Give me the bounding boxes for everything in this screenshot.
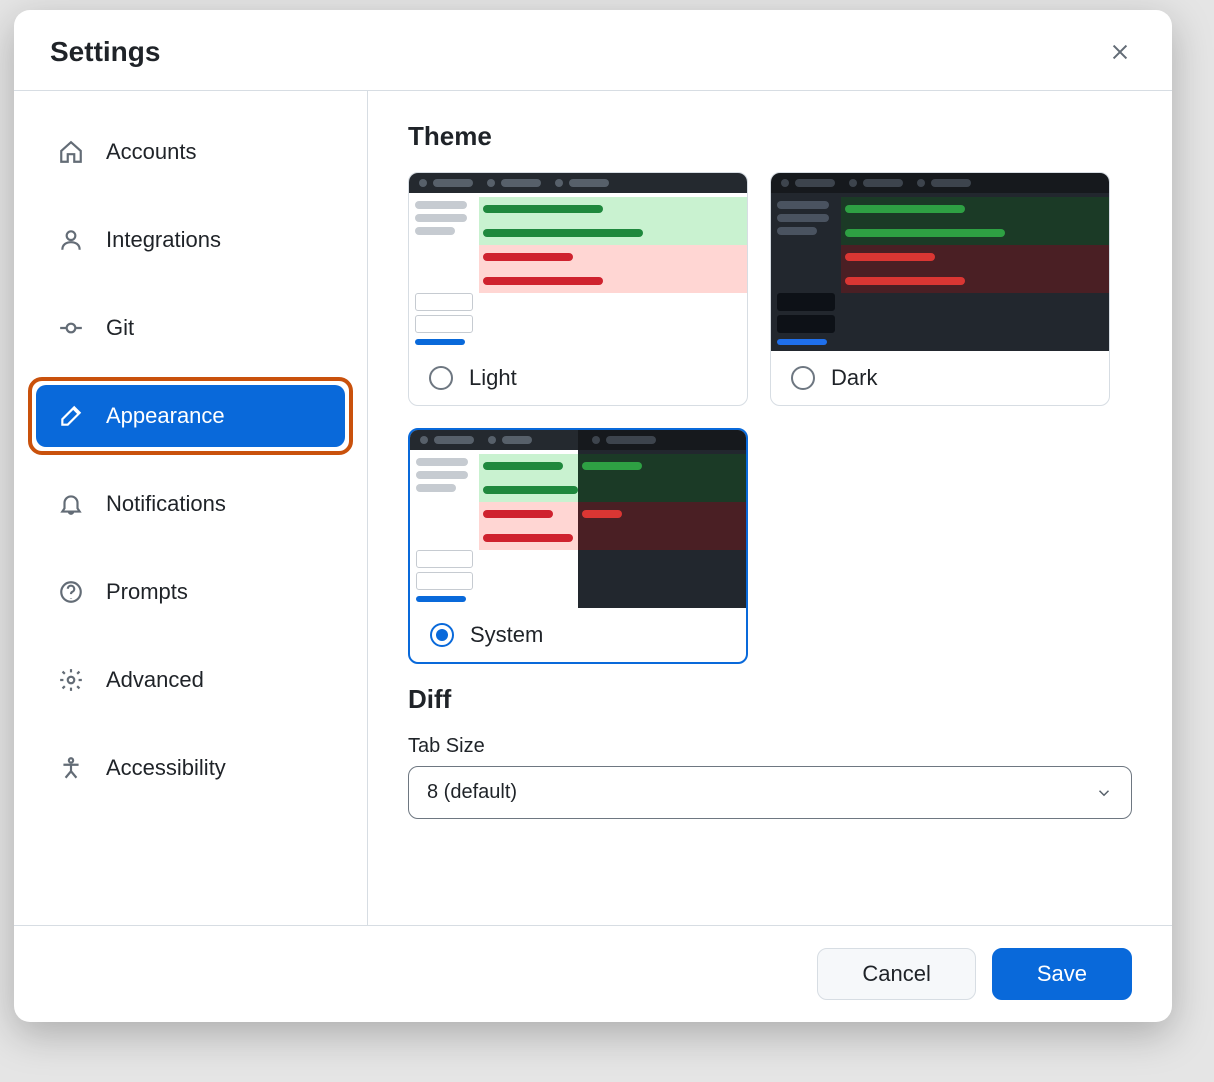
sidebar-item-git[interactable]: Git <box>36 297 345 359</box>
sidebar-item-label: Notifications <box>106 491 226 517</box>
close-icon <box>1109 41 1131 63</box>
close-button[interactable] <box>1104 36 1136 68</box>
modal-body: Accounts Integrations Git Appearanc <box>14 91 1172 925</box>
radio-icon <box>429 366 453 390</box>
theme-option-light[interactable]: Light <box>408 172 748 406</box>
git-commit-icon <box>58 315 84 341</box>
modal-footer: Cancel Save <box>14 925 1172 1022</box>
cancel-button[interactable]: Cancel <box>817 948 975 1000</box>
bell-icon <box>58 491 84 517</box>
settings-modal: Settings Accounts Integrations <box>14 10 1172 1022</box>
sidebar-item-label: Integrations <box>106 227 221 253</box>
gear-icon <box>58 667 84 693</box>
person-icon <box>58 227 84 253</box>
theme-heading: Theme <box>408 121 1132 152</box>
question-icon <box>58 579 84 605</box>
modal-title: Settings <box>50 36 160 68</box>
sidebar-item-accessibility[interactable]: Accessibility <box>36 737 345 799</box>
theme-option-label: Dark <box>831 365 877 391</box>
save-button[interactable]: Save <box>992 948 1132 1000</box>
sidebar-item-integrations[interactable]: Integrations <box>36 209 345 271</box>
sidebar-item-notifications[interactable]: Notifications <box>36 473 345 535</box>
tab-size-value: 8 (default) <box>427 781 517 804</box>
sidebar-item-appearance[interactable]: Appearance <box>36 385 345 447</box>
sidebar-item-label: Appearance <box>106 403 225 429</box>
sidebar-item-label: Accessibility <box>106 755 226 781</box>
sidebar-item-label: Prompts <box>106 579 188 605</box>
settings-content: Theme <box>368 91 1172 925</box>
theme-option-system[interactable]: System <box>408 428 748 664</box>
sidebar-item-label: Git <box>106 315 134 341</box>
paintbrush-icon <box>58 403 84 429</box>
theme-preview-system <box>410 430 746 608</box>
theme-options: Light <box>408 172 1132 664</box>
sidebar-item-accounts[interactable]: Accounts <box>36 121 345 183</box>
sidebar-item-advanced[interactable]: Advanced <box>36 649 345 711</box>
modal-header: Settings <box>14 10 1172 91</box>
settings-sidebar: Accounts Integrations Git Appearanc <box>14 91 368 925</box>
tab-size-select[interactable]: 8 (default) <box>408 766 1132 819</box>
sidebar-item-prompts[interactable]: Prompts <box>36 561 345 623</box>
theme-preview-dark <box>771 173 1109 351</box>
theme-option-dark[interactable]: Dark <box>770 172 1110 406</box>
sidebar-item-label: Accounts <box>106 139 197 165</box>
chevron-down-icon <box>1095 784 1113 802</box>
sidebar-item-label: Advanced <box>106 667 204 693</box>
tab-size-label: Tab Size <box>408 735 1132 758</box>
theme-option-label: Light <box>469 365 517 391</box>
theme-preview-light <box>409 173 747 351</box>
diff-heading: Diff <box>408 684 1132 715</box>
radio-icon <box>791 366 815 390</box>
radio-icon <box>430 623 454 647</box>
theme-option-label: System <box>470 622 543 648</box>
accessibility-icon <box>58 755 84 781</box>
home-icon <box>58 139 84 165</box>
